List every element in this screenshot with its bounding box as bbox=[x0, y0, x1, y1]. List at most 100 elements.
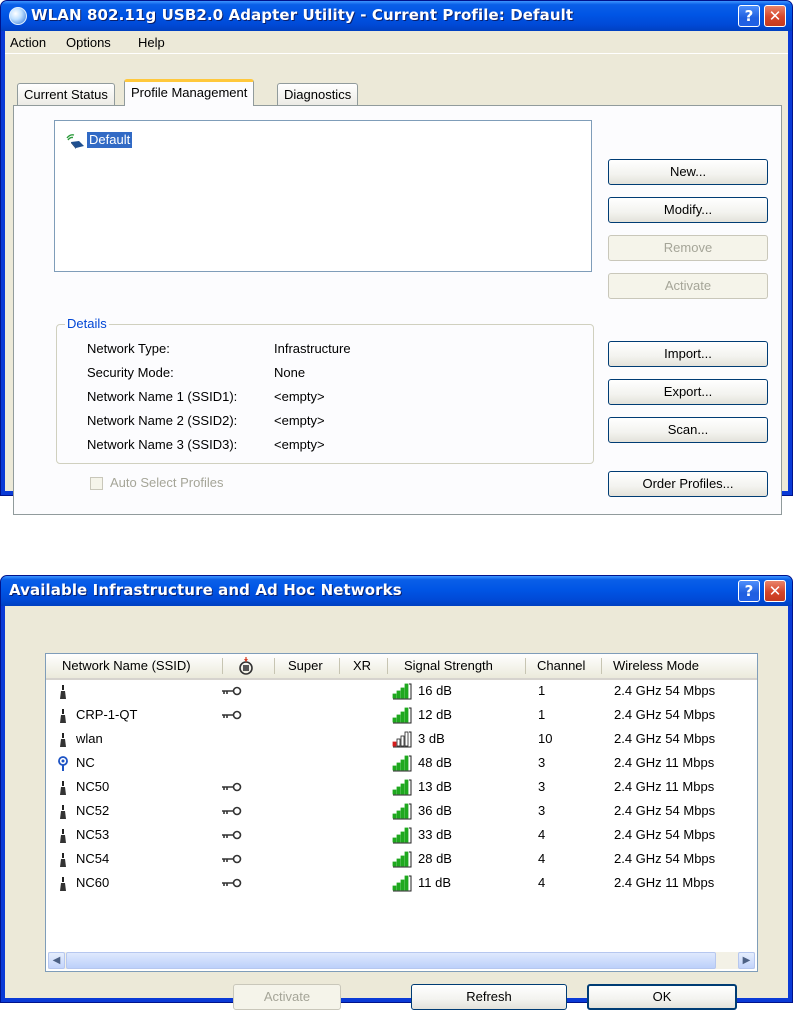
wireless-globe-icon bbox=[9, 7, 27, 25]
network-ssid: NC52 bbox=[76, 803, 110, 818]
wireless-mode: 2.4 GHz 54 Mbps bbox=[614, 683, 716, 698]
key-icon bbox=[222, 806, 242, 816]
column-separator[interactable] bbox=[339, 658, 340, 674]
antenna-icon bbox=[60, 829, 66, 843]
activate-button[interactable]: Activate bbox=[608, 273, 768, 299]
auto-select-label: Auto Select Profiles bbox=[110, 475, 224, 490]
modify-button[interactable]: Modify... bbox=[608, 197, 768, 223]
channel: 3 bbox=[538, 803, 546, 818]
signal-bars-icon bbox=[392, 851, 412, 868]
new-button[interactable]: New... bbox=[608, 159, 768, 185]
close-button[interactable]: ✕ bbox=[764, 580, 786, 602]
column-separator[interactable] bbox=[222, 658, 223, 674]
column-channel[interactable]: Channel bbox=[537, 658, 585, 673]
table-row[interactable]: NC53 33 dB 4 2.4 GHz 54 Mbps bbox=[46, 824, 757, 848]
signal-strength: 16 dB bbox=[418, 683, 452, 698]
details-groupbox: Details Network Type: Infrastructure Sec… bbox=[56, 316, 594, 464]
column-super[interactable]: Super bbox=[288, 658, 323, 673]
table-row[interactable]: NC 48 dB 3 2.4 GHz 11 Mbps bbox=[46, 752, 757, 776]
help-button[interactable]: ? bbox=[738, 580, 760, 602]
signal-strength: 28 dB bbox=[418, 851, 452, 866]
window-client: Action Options Help Current Status Profi… bbox=[5, 31, 788, 515]
ok-button[interactable]: OK bbox=[587, 984, 737, 1010]
column-separator[interactable] bbox=[274, 658, 275, 674]
table-row[interactable]: 16 dB 1 2.4 GHz 54 Mbps bbox=[46, 680, 757, 704]
column-separator[interactable] bbox=[525, 658, 526, 674]
column-xr[interactable]: XR bbox=[353, 658, 371, 673]
table-row[interactable]: CRP-1-QT 12 dB 1 2.4 GHz 54 Mbps bbox=[46, 704, 757, 728]
tab-current-status[interactable]: Current Status bbox=[17, 83, 115, 105]
tab-diagnostics[interactable]: Diagnostics bbox=[277, 83, 359, 105]
signal-bars-icon bbox=[392, 779, 412, 796]
refresh-button[interactable]: Refresh bbox=[411, 984, 567, 1010]
scroll-left-icon[interactable]: ◀ bbox=[48, 952, 65, 969]
signal-strength: 12 dB bbox=[418, 707, 452, 722]
signal-strength: 13 dB bbox=[418, 779, 452, 794]
channel: 3 bbox=[538, 755, 546, 770]
column-separator[interactable] bbox=[601, 658, 602, 674]
table-row[interactable]: NC50 13 dB 3 2.4 GHz 11 Mbps bbox=[46, 776, 757, 800]
key-icon bbox=[222, 830, 242, 840]
activate-button[interactable]: Activate bbox=[233, 984, 341, 1010]
close-button[interactable]: ✕ bbox=[764, 5, 786, 27]
column-separator[interactable] bbox=[387, 658, 388, 674]
signal-bars-icon bbox=[392, 875, 412, 892]
channel: 10 bbox=[538, 731, 553, 746]
wireless-mode: 2.4 GHz 54 Mbps bbox=[614, 803, 716, 818]
help-button[interactable]: ? bbox=[738, 5, 760, 27]
antenna-icon bbox=[60, 805, 66, 819]
antenna-icon bbox=[60, 781, 66, 795]
security-lock-icon[interactable] bbox=[236, 657, 256, 675]
window-client: Network Name (SSID) Super XR Signal Stre… bbox=[5, 606, 788, 1010]
export-button[interactable]: Export... bbox=[608, 379, 768, 405]
network-type-value: Infrastructure bbox=[274, 341, 351, 356]
title-bar[interactable]: Available Infrastructure and Ad Hoc Netw… bbox=[1, 576, 792, 606]
profile-management-panel: Default New... Modify... Remove Activate… bbox=[13, 105, 782, 515]
scan-button[interactable]: Scan... bbox=[608, 417, 768, 443]
menu-action[interactable]: Action bbox=[10, 35, 46, 50]
horizontal-scrollbar[interactable]: ◀ ▶ bbox=[48, 952, 755, 969]
menu-help[interactable]: Help bbox=[138, 35, 165, 50]
signal-bars-icon bbox=[392, 683, 412, 700]
signal-bars-icon bbox=[392, 755, 412, 772]
channel: 4 bbox=[538, 851, 546, 866]
network-type-label: Network Type: bbox=[87, 341, 170, 356]
network-ssid: NC54 bbox=[76, 851, 110, 866]
network-ssid: NC60 bbox=[76, 875, 110, 890]
order-profiles-button[interactable]: Order Profiles... bbox=[608, 471, 768, 497]
title-bar[interactable]: WLAN 802.11g USB2.0 Adapter Utility - Cu… bbox=[1, 1, 792, 31]
security-mode-label: Security Mode: bbox=[87, 365, 174, 380]
table-row[interactable]: NC60 11 dB 4 2.4 GHz 11 Mbps bbox=[46, 872, 757, 896]
network-ssid: NC50 bbox=[76, 779, 110, 794]
signal-strength: 3 dB bbox=[418, 731, 445, 746]
signal-bars-icon bbox=[392, 731, 412, 748]
tab-profile-management[interactable]: Profile Management bbox=[124, 79, 255, 106]
column-signal-strength[interactable]: Signal Strength bbox=[404, 658, 493, 673]
auto-select-checkbox[interactable] bbox=[90, 477, 103, 490]
column-wireless-mode[interactable]: Wireless Mode bbox=[613, 658, 699, 673]
table-row[interactable]: NC52 36 dB 3 2.4 GHz 54 Mbps bbox=[46, 800, 757, 824]
column-network-name[interactable]: Network Name (SSID) bbox=[62, 658, 191, 673]
table-row[interactable]: wlan 3 dB 10 2.4 GHz 54 Mbps bbox=[46, 728, 757, 752]
ssid2-label: Network Name 2 (SSID2): bbox=[87, 413, 238, 428]
details-legend: Details bbox=[65, 316, 109, 331]
remove-button[interactable]: Remove bbox=[608, 235, 768, 261]
menu-options[interactable]: Options bbox=[66, 35, 111, 50]
network-ssid: NC53 bbox=[76, 827, 110, 842]
channel: 3 bbox=[538, 779, 546, 794]
network-list[interactable]: Network Name (SSID) Super XR Signal Stre… bbox=[45, 653, 758, 972]
import-button[interactable]: Import... bbox=[608, 341, 768, 367]
scroll-thumb[interactable] bbox=[66, 952, 716, 969]
signal-bars-icon bbox=[392, 827, 412, 844]
antenna-icon bbox=[60, 733, 66, 747]
window-title: Available Infrastructure and Ad Hoc Netw… bbox=[9, 581, 402, 599]
channel: 1 bbox=[538, 683, 546, 698]
adhoc-antenna-icon bbox=[58, 756, 68, 771]
wireless-mode: 2.4 GHz 11 Mbps bbox=[614, 755, 715, 770]
profile-list[interactable]: Default bbox=[54, 120, 592, 272]
signal-strength: 33 dB bbox=[418, 827, 452, 842]
scroll-right-icon[interactable]: ▶ bbox=[738, 952, 755, 969]
table-row[interactable]: NC54 28 dB 4 2.4 GHz 54 Mbps bbox=[46, 848, 757, 872]
wireless-mode: 2.4 GHz 54 Mbps bbox=[614, 851, 716, 866]
ssid3-value: <empty> bbox=[274, 437, 325, 452]
